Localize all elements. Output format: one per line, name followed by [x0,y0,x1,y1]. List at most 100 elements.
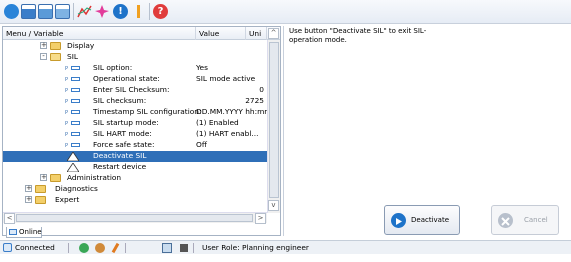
status-separator [193,243,194,253]
wizard-row-restart-device[interactable]: Restart device [3,162,267,173]
tab-online-label: Online [19,228,42,236]
sparkle-icon[interactable] [95,4,110,19]
tree-item-administration[interactable]: + Administration [3,173,267,184]
parameter-tree-panel: Menu / Variable Value Uni ^ + Display - … [2,26,281,236]
parameter-icon: P [65,131,81,138]
online-icon [9,229,17,235]
scroll-thumb[interactable] [16,214,253,222]
status-separator [125,243,126,253]
param-label: SIL option: [93,63,133,72]
window-list-icon[interactable] [55,4,70,19]
scroll-right-icon[interactable]: > [255,213,266,224]
toolbar-separator [149,3,150,20]
cancel-button[interactable]: Cancel [491,205,559,235]
expand-icon[interactable]: + [40,174,47,181]
folder-icon [35,185,46,193]
tree-item-display[interactable]: + Display [3,41,267,52]
param-value: 2725 [245,96,264,105]
trend-icon[interactable] [131,4,146,19]
help-text-line-1: Use button "Deactivate SIL" to exit SIL- [289,27,427,35]
scroll-left-icon[interactable]: < [4,213,15,224]
column-header-value[interactable]: Value [196,27,246,40]
param-label: Force safe state: [93,140,155,149]
tree-item-label: Administration [67,173,122,182]
tree-rows: + Display - SIL P SIL option: Yes P Oper… [3,40,267,213]
scroll-up-icon[interactable]: ^ [268,28,279,39]
wizard-label: Deactivate SIL [93,151,147,160]
toolbar-separator [73,3,74,20]
stop-icon[interactable] [180,244,188,252]
param-row[interactable]: P SIL startup mode: (1) Enabled [3,118,267,129]
expand-icon[interactable]: + [25,196,32,203]
param-row[interactable]: P Timestamp SIL configuration: DD.MM.YYY… [3,107,267,118]
help-icon[interactable]: ? [153,4,168,19]
param-row[interactable]: P SIL HART mode: (1) HART enabl... [3,129,267,140]
param-row[interactable]: P Enter SIL Checksum: 0 [3,85,267,96]
parameter-icon: P [65,120,81,127]
param-row[interactable]: P Force safe state: Off [3,140,267,151]
cancel-icon [498,213,513,228]
param-row[interactable]: P SIL checksum: 2725 [3,96,267,107]
window-split-icon[interactable] [38,4,53,19]
folder-icon [50,42,61,50]
status-separator [68,243,69,253]
tab-online[interactable]: Online [6,227,42,238]
param-label: SIL checksum: [93,96,147,105]
wizard-label: Restart device [93,162,147,171]
column-header-unit[interactable]: Uni [246,27,267,40]
window-icon[interactable] [21,4,36,19]
param-value[interactable]: 0 [196,85,264,96]
tree-item-label: Expert [55,195,80,204]
curve-icon[interactable] [77,4,92,19]
param-label: Enter SIL Checksum: [93,85,170,94]
parameter-icon: P [65,87,81,94]
collapse-icon[interactable]: - [40,53,47,60]
play-icon [391,213,406,228]
user-icon[interactable] [95,243,105,253]
status-bar: Connected User Role: Planning engineer [0,240,571,254]
folder-icon [50,174,61,182]
horizontal-scrollbar[interactable]: < > [3,212,267,224]
tree-item-sil[interactable]: - SIL [3,52,267,63]
expand-icon[interactable]: + [40,42,47,49]
column-header-name[interactable]: Menu / Variable [3,27,196,40]
param-value[interactable]: Off [196,140,267,151]
edit-icon[interactable] [111,242,120,254]
connection-status: Connected [15,243,55,252]
tree-item-expert[interactable]: + Expert [3,195,267,206]
parameter-icon: P [65,142,81,149]
tree-item-label: Display [67,41,95,50]
tree-item-label: SIL [67,52,78,61]
parameter-icon: P [65,109,81,116]
home-icon[interactable] [4,4,19,19]
connection-icon [3,243,12,252]
toolbar: ! ? [0,0,571,24]
param-row[interactable]: P Operational state: SIL mode active [3,74,267,85]
wizard-icon [67,163,79,172]
param-row[interactable]: P SIL option: Yes [3,63,267,74]
help-text: Use button "Deactivate SIL" to exit SIL-… [289,27,449,45]
param-value[interactable]: (1) HART enabl... [196,129,267,140]
deactivate-sil-button[interactable]: Deactivate SIL [384,205,460,252]
param-label: Timestamp SIL configuration: [93,107,202,116]
help-text-line-2: operation mode. [289,36,347,44]
refresh-icon[interactable] [79,243,89,253]
cancel-label: Cancel [524,216,548,224]
folder-icon [35,196,46,204]
parameter-icon: P [65,76,81,83]
parameter-icon: P [65,65,81,72]
param-label: SIL HART mode: [93,129,152,138]
device-icon[interactable] [162,243,172,253]
tree-item-label: Diagnostics [55,184,98,193]
tree-item-diagnostics[interactable]: + Diagnostics [3,184,267,195]
wizard-row-deactivate-sil[interactable]: Deactivate SIL [3,151,267,162]
param-value: DD.MM.YYYY hh:mm [196,107,267,116]
param-value[interactable]: (1) Enabled [196,118,267,129]
vertical-scrollbar[interactable]: v [267,40,280,213]
scroll-down-icon[interactable]: v [268,200,279,211]
param-value: Yes [196,63,208,72]
scroll-thumb[interactable] [269,42,279,198]
info-icon[interactable]: ! [113,4,128,19]
param-label: SIL startup mode: [93,118,159,127]
expand-icon[interactable]: + [25,185,32,192]
